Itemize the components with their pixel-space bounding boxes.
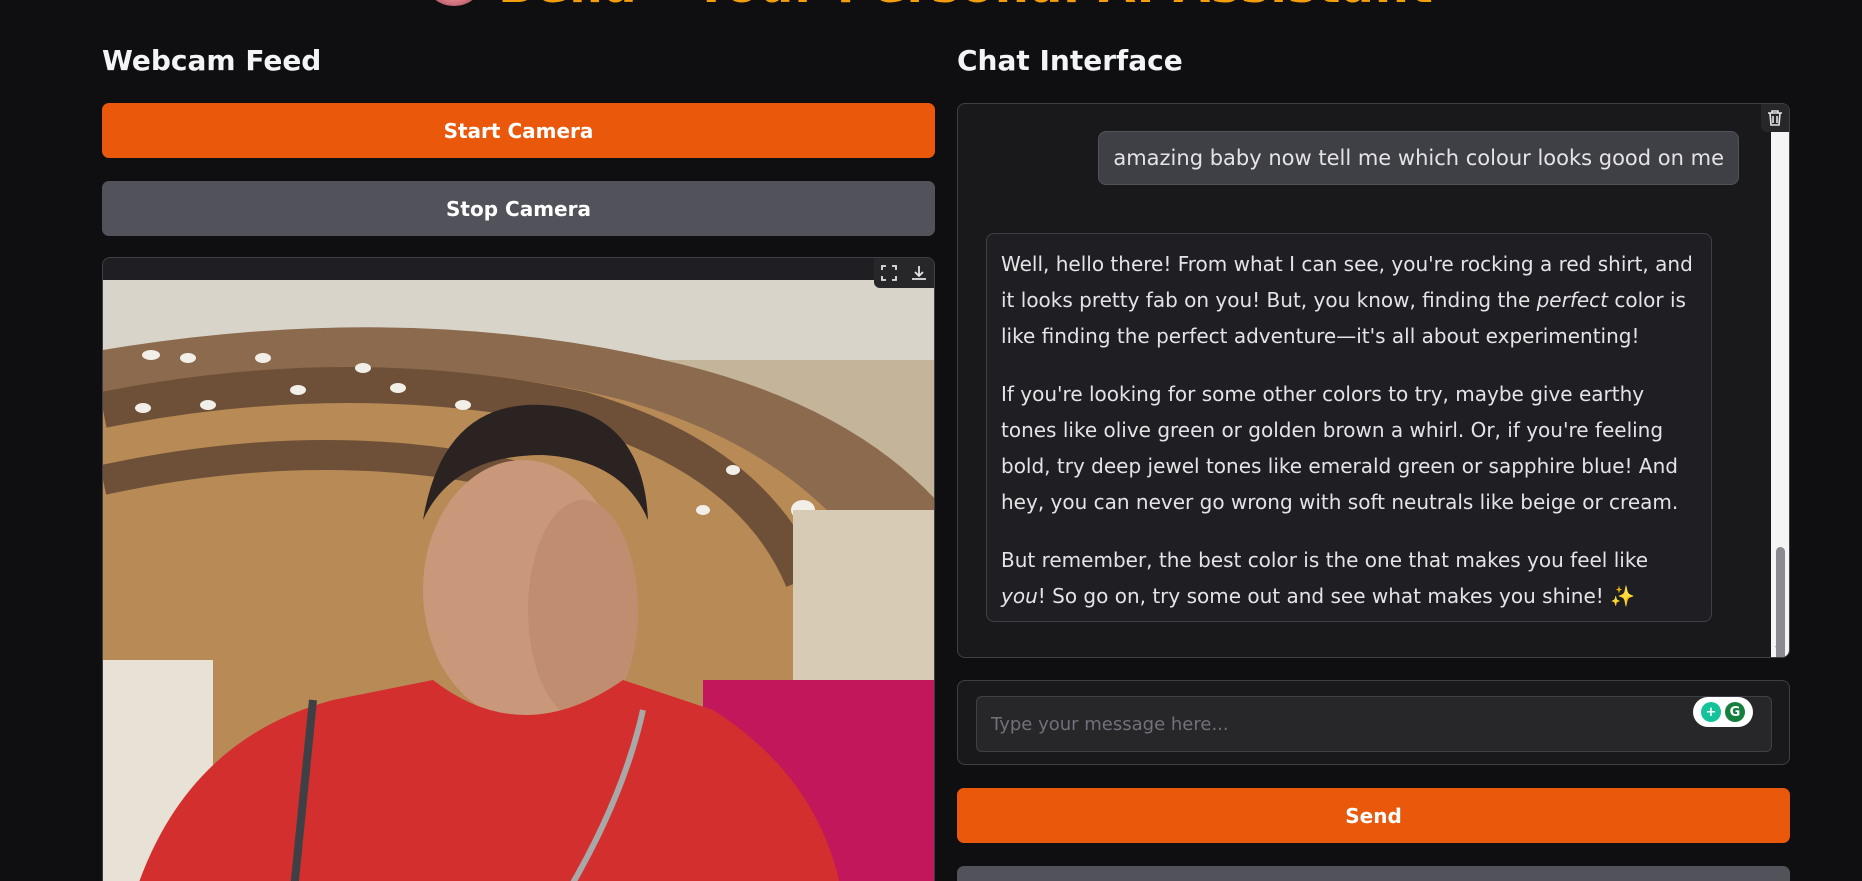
fullscreen-icon[interactable] <box>874 258 904 288</box>
assistant-message: Well, hello there! From what I can see, … <box>986 233 1712 622</box>
assistant-paragraph: But remember, the best color is the one … <box>1001 542 1697 614</box>
user-message: amazing baby now tell me which colour lo… <box>1098 131 1739 185</box>
secondary-chat-button[interactable] <box>957 866 1790 881</box>
message-input-panel: + G <box>957 680 1790 765</box>
assistant-paragraph: Well, hello there! From what I can see, … <box>1001 246 1697 354</box>
webcam-panel <box>102 257 935 881</box>
stop-camera-button[interactable]: Stop Camera <box>102 181 935 236</box>
assistant-text: But remember, the best color is the one … <box>1001 548 1649 572</box>
assistant-emphasis: perfect <box>1536 288 1609 312</box>
assistant-text: ! So go on, try some out and see what ma… <box>1037 584 1636 608</box>
scroll-down-icon[interactable] <box>1775 646 1785 653</box>
message-input[interactable] <box>976 696 1772 752</box>
send-button[interactable]: Send <box>957 788 1790 843</box>
assistant-paragraph: If you're looking for some other colors … <box>1001 382 1679 514</box>
chatbot-panel: amazing baby now tell me which colour lo… <box>957 103 1790 658</box>
scrollbar-thumb[interactable] <box>1776 547 1785 657</box>
grammarly-widget[interactable]: + G <box>1693 697 1753 727</box>
app-title: Bella - Your Personal AI Assistant <box>498 0 1434 14</box>
webcam-video <box>103 280 934 881</box>
start-camera-button[interactable]: Start Camera <box>102 103 935 158</box>
app-header: Bella - Your Personal AI Assistant <box>0 0 1862 14</box>
chat-heading: Chat Interface <box>957 44 1183 77</box>
webcam-heading: Webcam Feed <box>102 44 322 77</box>
video-toolbar <box>874 258 934 288</box>
grammarly-assist-icon[interactable]: + <box>1701 702 1721 722</box>
assistant-emphasis: you <box>1001 584 1038 608</box>
webcam-image <box>103 280 934 881</box>
download-icon[interactable] <box>904 258 934 288</box>
grammarly-icon[interactable]: G <box>1725 702 1745 722</box>
app-logo-icon <box>428 0 481 6</box>
chat-scrollbar[interactable] <box>1771 132 1789 657</box>
trash-icon[interactable] <box>1761 104 1789 132</box>
